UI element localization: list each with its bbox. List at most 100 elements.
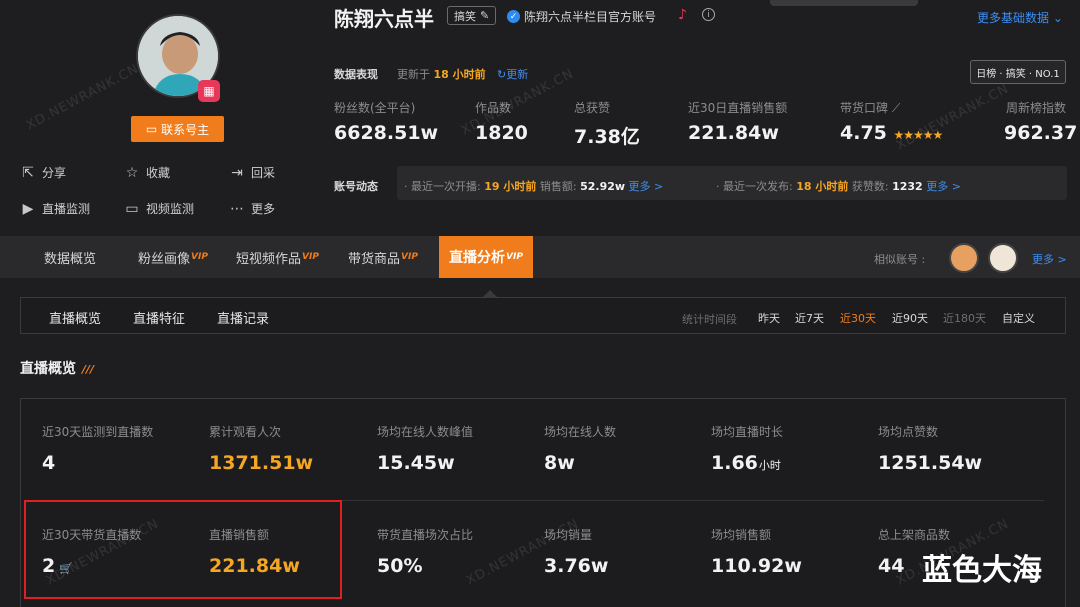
tab-short-videos[interactable]: 短视频作品 VIP xyxy=(236,236,319,278)
metric-value: 1251.54w xyxy=(878,452,983,474)
metric-unit: 小时 xyxy=(758,459,781,472)
category-tag-label: 搞笑 xyxy=(454,9,476,23)
tab-label: 数据概览 xyxy=(44,251,97,267)
similar-account-avatar[interactable] xyxy=(949,243,979,273)
more-actions-label: 更多 xyxy=(251,202,276,216)
reputation-label: 带货口碑 xyxy=(840,101,889,115)
last-post-time: 18 小时前 xyxy=(796,180,849,193)
tab-products[interactable]: 带货商品 VIP xyxy=(348,236,418,278)
tab-data-overview[interactable]: 数据概览 xyxy=(44,236,96,278)
tab-fan-profile[interactable]: 粉丝画像 VIP xyxy=(138,236,208,278)
metric-label: 场均在线人数 xyxy=(544,425,617,439)
contact-owner-button[interactable]: ▭ 联系号主 xyxy=(131,116,224,142)
metric-label: 场均在线人数峰值 xyxy=(377,425,474,439)
recollect-button[interactable]: ⇥ 回采 xyxy=(229,164,275,181)
last-post-info: · 最近一次发布: 18 小时前 获赞数: 1232 更多 > xyxy=(716,180,961,193)
last-live-info: · 最近一次开播: 19 小时前 销售额: 52.92w 更多 > xyxy=(404,180,664,193)
refresh-icon: ↻ xyxy=(497,68,507,81)
video-monitor-button[interactable]: ▭ 视频监测 xyxy=(124,200,194,217)
live-monitor-label: 直播监测 xyxy=(42,202,91,216)
metric-value: 50% xyxy=(377,555,423,577)
category-tag[interactable]: 搞笑 ✎ xyxy=(447,6,497,25)
period-custom[interactable]: 自定义 xyxy=(1002,310,1035,326)
metric-label: 近30天监测到直播数 xyxy=(42,425,154,439)
update-time: 更新于 18 小时前 xyxy=(397,66,486,82)
refresh-button[interactable]: ↻更新 xyxy=(497,66,528,82)
account-name: 陈翔六点半 xyxy=(334,7,434,31)
metric-value: 8w xyxy=(544,452,575,474)
verified-check-icon: ✓ xyxy=(507,10,520,23)
live-more-link[interactable]: 更多 > xyxy=(629,180,664,193)
login-icon: ⇥ xyxy=(231,164,243,181)
info-icon[interactable]: i xyxy=(702,8,715,21)
qr-code-icon[interactable]: ▦ xyxy=(198,80,220,102)
likes-label: 获赞数: xyxy=(851,180,889,193)
update-prefix: 更新于 xyxy=(397,68,430,81)
stat-label: 带货口碑 ⟋ xyxy=(840,99,900,116)
period-yesterday[interactable]: 昨天 xyxy=(758,310,780,326)
metric-value: 4 xyxy=(42,452,56,474)
similar-account-avatar[interactable] xyxy=(988,243,1018,273)
top-scroll-handle[interactable] xyxy=(770,0,918,6)
accent-bars-icon: /// xyxy=(82,363,95,376)
period-7d[interactable]: 近7天 xyxy=(795,310,824,326)
douyin-logo-icon: ♪ xyxy=(678,7,687,23)
favorite-button[interactable]: ☆ 收藏 xyxy=(124,164,170,181)
more-basic-data-link[interactable]: 更多基础数据 ⌄ xyxy=(977,9,1063,26)
stat-value: 962.37 xyxy=(1004,122,1078,144)
period-30d[interactable]: 近30天 xyxy=(840,310,876,326)
period-180d[interactable]: 近180天 xyxy=(943,310,986,326)
metric-value: 15.45w xyxy=(377,452,455,474)
chevron-down-circle-icon: ⌄ xyxy=(1052,11,1063,25)
stat-value: 6628.51w xyxy=(334,122,439,144)
trend-chart-icon[interactable]: ⟋ xyxy=(892,101,900,115)
contact-owner-label: 联系号主 xyxy=(161,122,210,137)
profile-header: ▦ ▭ 联系号主 ⇱ 分享 ☆ 收藏 ⇥ 回采 ▶ 直播监测 ▭ 视频监测 ⋯ … xyxy=(0,0,1080,236)
live-monitor-button[interactable]: ▶ 直播监测 xyxy=(20,200,90,217)
more-similar-link[interactable]: 更多 > xyxy=(1032,251,1067,267)
likes-value: 1232 xyxy=(892,180,923,193)
more-dots-icon: ⋯ xyxy=(230,200,244,217)
post-more-link[interactable]: 更多 > xyxy=(926,180,961,193)
tab-label: 直播分析 xyxy=(449,250,505,266)
subtab-live-records[interactable]: 直播记录 xyxy=(217,308,269,327)
rank-badge[interactable]: 日榜 · 搞笑 · NO.1 xyxy=(970,60,1066,84)
refresh-label: 更新 xyxy=(506,68,529,81)
verified-badge: ✓ 陈翔六点半栏目官方账号 xyxy=(507,8,656,25)
metric-value: 1371.51w xyxy=(209,452,314,474)
metric-label: 带货直播场次占比 xyxy=(377,528,474,542)
reputation-value: 4.75 xyxy=(840,122,887,144)
last-live-time: 19 小时前 xyxy=(484,180,537,193)
metric-label: 总上架商品数 xyxy=(878,528,951,542)
update-value: 18 小时前 xyxy=(433,68,486,81)
metric-number: 1.66 xyxy=(711,452,758,474)
data-summary-label: 数据表现 xyxy=(334,68,378,81)
stat-value: 221.84w xyxy=(688,122,779,144)
section-title-text: 直播概览 xyxy=(20,361,76,377)
metric-label: 累计观看人次 xyxy=(209,425,282,439)
more-actions-button[interactable]: ⋯ 更多 xyxy=(229,200,275,217)
corner-caption: 蓝色大海 xyxy=(922,553,1042,588)
live-sales-label: 销售额: xyxy=(539,180,577,193)
section-title: 直播概览 /// xyxy=(20,358,94,378)
vip-badge: VIP xyxy=(302,252,319,262)
last-post-prefix: 最近一次发布: xyxy=(723,180,793,193)
vip-badge: VIP xyxy=(191,252,208,262)
stat-label: 近30日直播销售额 xyxy=(688,101,788,115)
period-label: 统计时间段 xyxy=(682,313,737,326)
tab-live-analysis[interactable]: 直播分析 VIP xyxy=(439,236,533,278)
subtab-live-overview[interactable]: 直播概览 xyxy=(49,308,101,327)
favorite-label: 收藏 xyxy=(146,166,171,180)
share-button[interactable]: ⇱ 分享 xyxy=(20,164,66,181)
stat-label: 周新榜指数 xyxy=(1006,101,1067,115)
period-90d[interactable]: 近90天 xyxy=(892,310,928,326)
message-icon: ▭ xyxy=(145,122,158,136)
play-box-icon: ▶ xyxy=(22,200,34,217)
similar-accounts-label: 相似账号 : xyxy=(874,253,926,266)
recollect-label: 回采 xyxy=(251,166,276,180)
subtab-live-features[interactable]: 直播特征 xyxy=(133,308,185,327)
more-basic-label: 更多基础数据 xyxy=(977,11,1050,25)
stat-value: 7.38亿 xyxy=(574,126,640,148)
stat-label: 总获赞 xyxy=(574,101,611,115)
metric-value: 3.76w xyxy=(544,555,609,577)
